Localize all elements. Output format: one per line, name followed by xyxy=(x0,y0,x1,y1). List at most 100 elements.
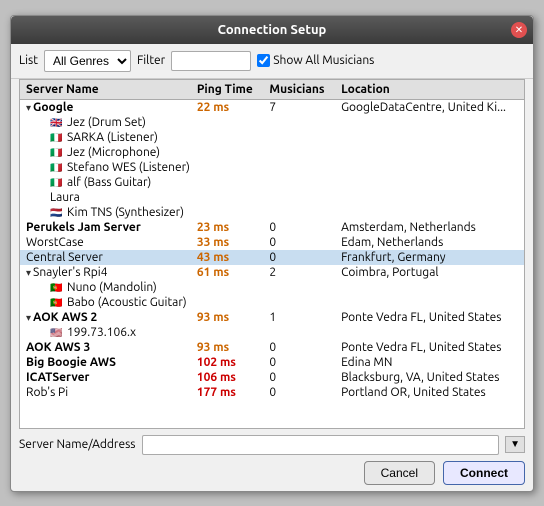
flag-it-icon: 🇮🇹 xyxy=(50,132,64,142)
table-row[interactable]: 🇮🇹SARKA (Listener) xyxy=(20,130,524,145)
server-name-text: Perukels Jam Server xyxy=(26,221,141,234)
server-table: Server Name Ping Time Musicians Location… xyxy=(20,80,524,400)
musicians-cell: 0 xyxy=(263,340,335,355)
location-cell: Coimbra, Portugal xyxy=(335,265,524,280)
musicians-cell: 7 xyxy=(263,99,335,115)
table-row[interactable]: ▾AOK AWS 293 ms1Ponte Vedra FL, United S… xyxy=(20,310,524,325)
server-name-text: Rob's Pi xyxy=(26,386,68,399)
server-name-cell: Perukels Jam Server xyxy=(20,220,191,235)
location-cell: Blacksburg, VA, United States xyxy=(335,370,524,385)
server-name-text: AOK AWS 3 xyxy=(26,341,90,354)
ping-time-cell: 43 ms xyxy=(191,250,264,265)
musician-name: 199.73.106.x xyxy=(67,326,136,339)
musician-name: Nuno (Mandolin) xyxy=(67,281,157,294)
table-row[interactable]: AOK AWS 3 93 ms0Ponte Vedra FL, United St… xyxy=(20,340,524,355)
musicians-cell: 0 xyxy=(263,385,335,400)
col-musicians: Musicians xyxy=(263,80,335,100)
server-name-cell: ▾Google xyxy=(20,99,191,115)
button-row: Cancel Connect xyxy=(19,461,525,485)
server-table-body: ▾Google22 ms7GoogleDataCentre, United Ki… xyxy=(20,99,524,400)
server-name-cell: WorstCase xyxy=(20,235,191,250)
musician-name: Jez (Drum Set) xyxy=(67,116,146,129)
list-dropdown[interactable]: All Genres xyxy=(44,50,131,72)
location-cell: Ponte Vedra FL, United States xyxy=(335,310,524,325)
server-name-text: ICATServer xyxy=(26,371,89,384)
server-name-cell: ▾Snayler's Rpi4 xyxy=(20,265,191,280)
table-row[interactable]: Laura xyxy=(20,190,524,205)
table-header-row: Server Name Ping Time Musicians Location xyxy=(20,80,524,100)
table-row[interactable]: ICATServer 106 ms0Blacksburg, VA, United … xyxy=(20,370,524,385)
musician-row-cell: 🇵🇹Nuno (Mandolin) xyxy=(20,280,524,295)
flag-us-icon: 🇺🇸 xyxy=(50,327,64,337)
server-name-cell: Rob's Pi xyxy=(20,385,191,400)
musicians-cell: 0 xyxy=(263,235,335,250)
table-row[interactable]: 🇵🇹Nuno (Mandolin) xyxy=(20,280,524,295)
server-name-cell: ▾AOK AWS 2 xyxy=(20,310,191,325)
cancel-button[interactable]: Cancel xyxy=(364,461,435,485)
location-cell: Edam, Netherlands xyxy=(335,235,524,250)
close-button[interactable]: ✕ xyxy=(511,22,527,38)
server-address-dropdown[interactable]: ▼ xyxy=(505,436,525,453)
server-name-cell: Central Server xyxy=(20,250,191,265)
col-server-name: Server Name xyxy=(20,80,191,100)
flag-it-icon: 🇮🇹 xyxy=(50,147,64,157)
table-row[interactable]: Central Server43 ms0Frankfurt, Germany xyxy=(20,250,524,265)
col-location: Location xyxy=(335,80,524,100)
musicians-cell: 0 xyxy=(263,370,335,385)
server-addr-label: Server Name/Address xyxy=(19,438,136,451)
bottom-area: Server Name/Address ▼ Cancel Connect xyxy=(11,429,533,491)
table-row[interactable]: 🇵🇹Babo (Acoustic Guitar) xyxy=(20,295,524,310)
table-row[interactable]: 🇮🇹Stefano WES (Listener) xyxy=(20,160,524,175)
musician-row-cell: Laura xyxy=(20,190,524,205)
server-name-cell: Big Boogie AWS xyxy=(20,355,191,370)
musician-name: Laura xyxy=(50,191,80,204)
table-row[interactable]: WorstCase33 ms0Edam, Netherlands xyxy=(20,235,524,250)
table-row[interactable]: 🇺🇸199.73.106.x xyxy=(20,325,524,340)
connect-button[interactable]: Connect xyxy=(443,461,525,485)
server-name-text: Big Boogie AWS xyxy=(26,356,116,369)
musician-name: Stefano WES (Listener) xyxy=(67,161,190,174)
flag-gb-icon: 🇬🇧 xyxy=(50,117,64,127)
musician-row-cell: 🇬🇧Jez (Drum Set) xyxy=(20,115,524,130)
location-cell: GoogleDataCentre, United Ki... xyxy=(335,99,524,115)
filter-input[interactable] xyxy=(171,51,251,71)
table-row[interactable]: 🇮🇹Jez (Microphone) xyxy=(20,145,524,160)
musician-row-cell: 🇮🇹alf (Bass Guitar) xyxy=(20,175,524,190)
server-address-row: Server Name/Address ▼ xyxy=(19,435,525,455)
ping-time-cell: 102 ms xyxy=(191,355,264,370)
table-row[interactable]: Rob's Pi177 ms0Portland OR, United State… xyxy=(20,385,524,400)
table-row[interactable]: Big Boogie AWS102 ms0Edina MN xyxy=(20,355,524,370)
musician-name: Jez (Microphone) xyxy=(67,146,160,159)
ping-time-cell: 106 ms xyxy=(191,370,264,385)
table-row[interactable]: Perukels Jam Server23 ms0Amsterdam, Neth… xyxy=(20,220,524,235)
table-row[interactable]: 🇮🇹alf (Bass Guitar) xyxy=(20,175,524,190)
location-cell: Portland OR, United States xyxy=(335,385,524,400)
musicians-cell: 2 xyxy=(263,265,335,280)
flag-nl-icon: 🇳🇱 xyxy=(50,207,64,217)
col-ping-time: Ping Time xyxy=(191,80,264,100)
musician-name: SARKA (Listener) xyxy=(67,131,158,144)
flag-it-icon: 🇮🇹 xyxy=(50,162,64,172)
musician-row-cell: 🇮🇹Jez (Microphone) xyxy=(20,145,524,160)
location-cell: Frankfurt, Germany xyxy=(335,250,524,265)
expand-triangle-icon[interactable]: ▾ xyxy=(26,102,31,113)
ping-time-cell: 23 ms xyxy=(191,220,264,235)
table-row[interactable]: 🇳🇱Kim TNS (Synthesizer) xyxy=(20,205,524,220)
toolbar: List All Genres Filter Show All Musician… xyxy=(11,44,533,79)
musician-row-cell: 🇳🇱Kim TNS (Synthesizer) xyxy=(20,205,524,220)
table-row[interactable]: ▾Snayler's Rpi461 ms2Coimbra, Portugal xyxy=(20,265,524,280)
show-all-checkbox[interactable] xyxy=(257,54,270,67)
server-address-input[interactable] xyxy=(142,435,500,455)
ping-time-cell: 93 ms xyxy=(191,310,264,325)
location-cell: Ponte Vedra FL, United States xyxy=(335,340,524,355)
expand-triangle-icon[interactable]: ▾ xyxy=(26,267,31,278)
table-row[interactable]: ▾Google22 ms7GoogleDataCentre, United Ki… xyxy=(20,99,524,115)
table-row[interactable]: 🇬🇧Jez (Drum Set) xyxy=(20,115,524,130)
musician-row-cell: 🇺🇸199.73.106.x xyxy=(20,325,524,340)
musician-name: Kim TNS (Synthesizer) xyxy=(67,206,184,219)
ping-time-cell: 61 ms xyxy=(191,265,264,280)
expand-triangle-icon[interactable]: ▾ xyxy=(26,312,31,323)
musicians-cell: 0 xyxy=(263,250,335,265)
ping-time-cell: 93 ms xyxy=(191,340,264,355)
musician-row-cell: 🇮🇹SARKA (Listener) xyxy=(20,130,524,145)
